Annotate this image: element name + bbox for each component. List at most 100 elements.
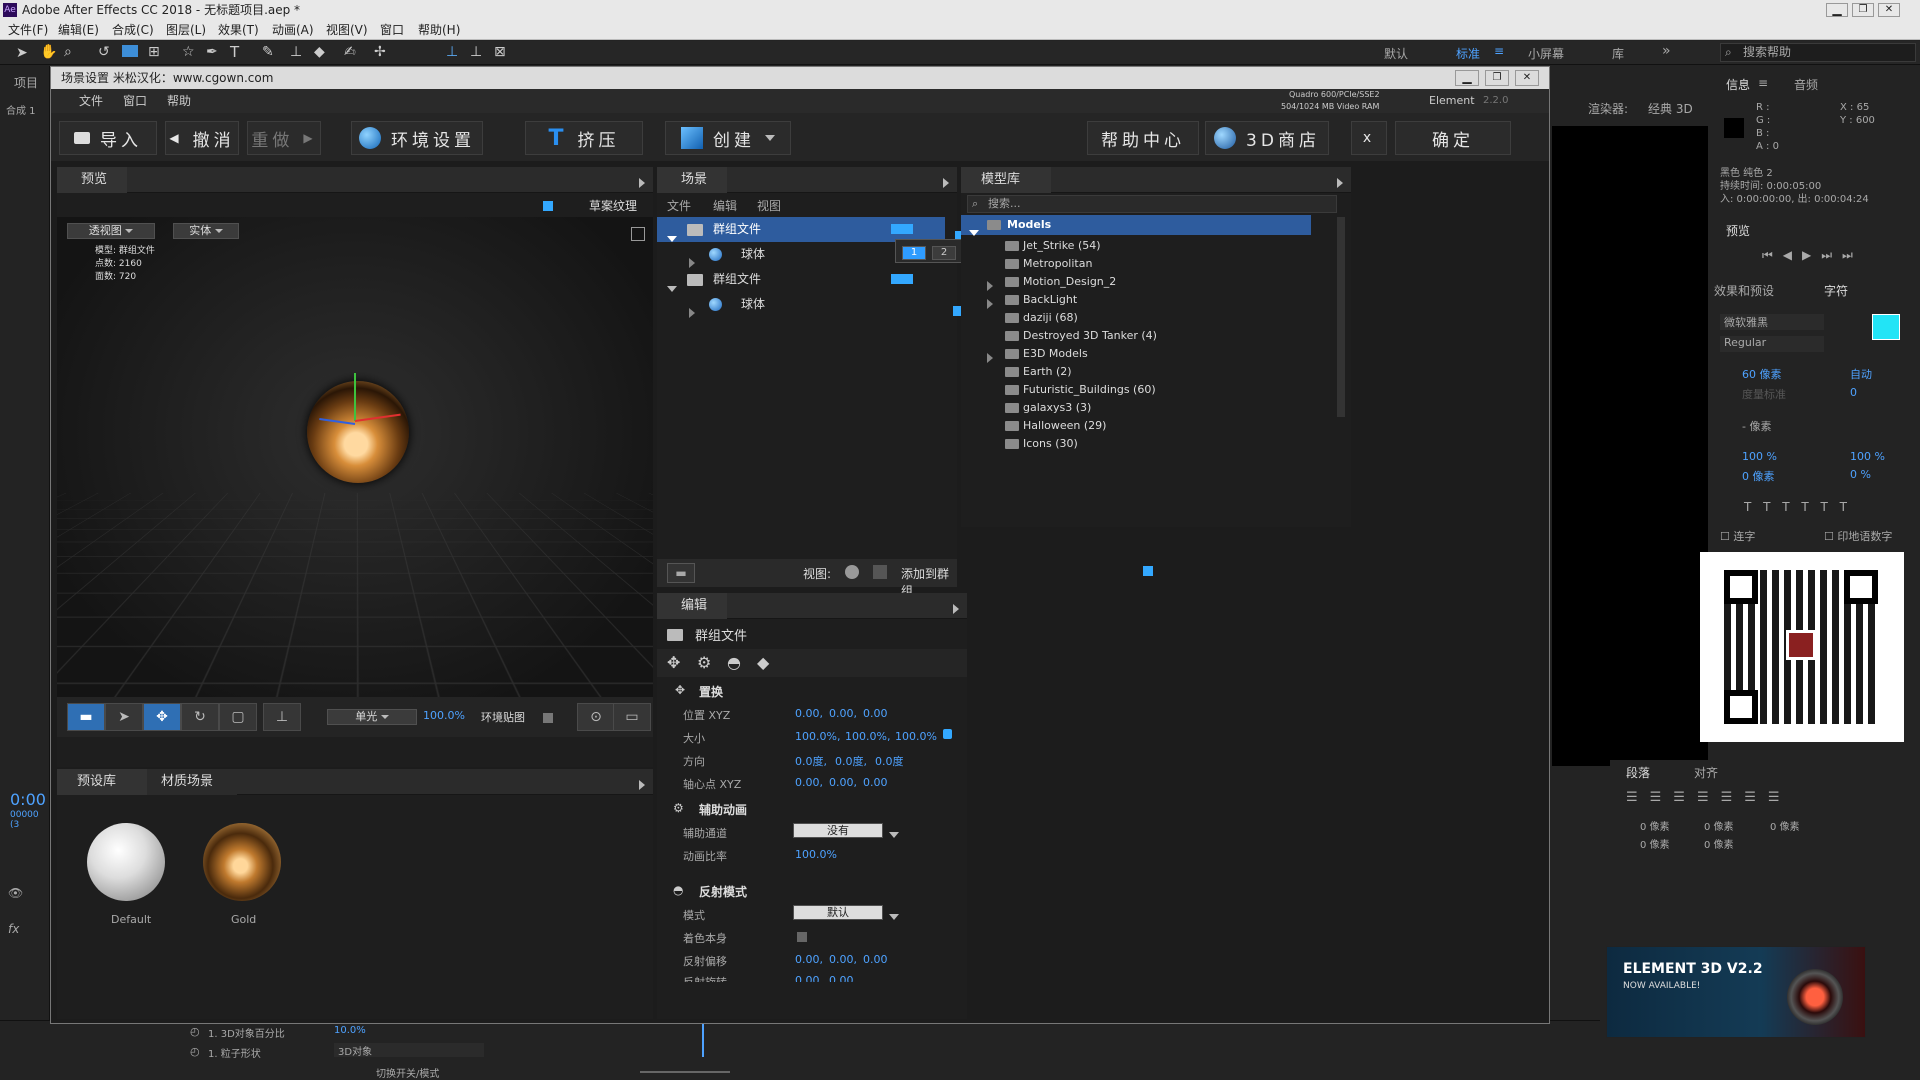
undo-button[interactable]: ◀ 撤消 [165, 121, 239, 155]
camera-tool-button[interactable]: ▬ [67, 703, 105, 731]
timeline-val-2[interactable]: 3D对象 [334, 1043, 484, 1058]
lock-icon[interactable] [943, 729, 952, 739]
brush-tool-icon[interactable]: ✎ [262, 44, 274, 60]
scene-menu-file[interactable]: 文件 [667, 197, 691, 214]
target-view-button[interactable]: ⊙ [577, 703, 615, 731]
rotate-tool-button[interactable]: ↻ [181, 703, 219, 731]
ae-menu-animation[interactable]: 动画(A) [272, 20, 314, 40]
font-size-value[interactable]: 60 像素 [1742, 366, 1782, 382]
kerning-value[interactable]: 度量标准 [1742, 386, 1786, 402]
ae-menu-comp[interactable]: 合成(C) [112, 20, 154, 40]
gizmo-y-axis[interactable] [354, 373, 356, 421]
info-tab[interactable]: 信息 [1726, 76, 1750, 93]
stroke-width-value[interactable]: - 像素 [1742, 418, 1771, 434]
panel-expand-icon[interactable] [639, 175, 645, 189]
reflect-rotation-x[interactable]: 0.00, [795, 974, 823, 982]
library-folder-row[interactable]: Motion_Design_2 [961, 273, 1311, 291]
ae-menu-help[interactable]: 帮助(H) [418, 20, 460, 40]
scene-tab[interactable]: 场景 [657, 167, 727, 193]
tint-checkbox[interactable] [797, 932, 807, 942]
view-grid-button[interactable] [873, 565, 887, 579]
info-menu-icon[interactable]: ≡ [1758, 76, 1768, 90]
ae-menu-edit[interactable]: 编辑(E) [58, 20, 99, 40]
fill-color-swatch[interactable] [1872, 314, 1900, 340]
draft-texture-checkbox[interactable] [543, 201, 553, 211]
scene-group-row-2[interactable]: 群组文件 [657, 267, 945, 292]
axis-world-icon[interactable]: ⊥ [470, 44, 482, 60]
indent-left[interactable]: 0 像素 [1640, 818, 1670, 833]
axis-view-icon[interactable]: ⊠ [494, 44, 506, 60]
library-folder-row[interactable]: Metropolitan [961, 255, 1311, 273]
ae-menu-view[interactable]: 视图(V) [326, 20, 368, 40]
group-2-button[interactable]: 2 [932, 246, 956, 260]
workspace-library[interactable]: 库 [1612, 45, 1624, 62]
zoom-tool-icon[interactable]: ⌕ [64, 44, 72, 60]
paragraph-tab[interactable]: 段落 [1626, 764, 1650, 781]
shading-mode-select[interactable]: 实体 [173, 223, 239, 239]
preset-library-tab[interactable]: 预设库 [57, 769, 147, 795]
ae-close-button[interactable]: ✕ [1878, 3, 1900, 17]
e3d-close-button[interactable]: ✕ [1515, 70, 1539, 86]
library-folder-row[interactable]: Futuristic_Buildings (60) [961, 381, 1311, 399]
gear-icon[interactable]: ⚙ [697, 653, 711, 672]
search-help-field[interactable]: ⌕ 搜索帮助 [1720, 43, 1916, 62]
workspace-standard[interactable]: 标准 [1456, 45, 1480, 62]
gold-sphere[interactable] [307, 381, 409, 483]
e3d-menu-help[interactable]: 帮助 [167, 89, 191, 113]
ok-button[interactable]: 确定 [1395, 121, 1511, 155]
aux-channel-select[interactable]: 没有 [793, 823, 883, 838]
project-tab[interactable]: 项目 [14, 74, 38, 91]
orientation-y[interactable]: 0.0度, [835, 753, 867, 769]
e3d-minimize-button[interactable]: ▁ [1455, 70, 1479, 86]
edit-tab[interactable]: 编辑 [657, 593, 727, 619]
tsume-value[interactable]: 0 % [1850, 468, 1871, 481]
tracking-value[interactable]: 0 [1850, 386, 1857, 399]
viewport[interactable]: 透视图 实体 模型: 群组文件 点数: 2160 面数: 720 [57, 217, 653, 697]
create-button[interactable]: 创建 [665, 121, 791, 155]
time-readout[interactable]: 0:00 [10, 790, 46, 809]
scene-menu-edit[interactable]: 编辑 [713, 197, 737, 214]
reflect-offset-x[interactable]: 0.00, [795, 953, 823, 966]
stopwatch-icon[interactable]: ◴ [190, 1045, 200, 1058]
zoom-percent[interactable]: 100.0% [423, 709, 465, 722]
space-before[interactable]: 0 像素 [1640, 836, 1670, 851]
space-after[interactable]: 0 像素 [1704, 836, 1734, 851]
stopwatch-icon[interactable]: ◴ [190, 1025, 200, 1038]
panel-expand-icon[interactable] [943, 175, 949, 189]
maximize-view-icon[interactable] [631, 227, 645, 241]
library-folder-row[interactable]: Earth (2) [961, 363, 1311, 381]
audio-tab[interactable]: 音频 [1794, 76, 1818, 93]
chevron-down-icon[interactable] [889, 827, 899, 841]
font-style-select[interactable]: Regular [1720, 336, 1824, 352]
library-folder-row[interactable]: BackLight [961, 291, 1311, 309]
workspace-default[interactable]: 默认 [1384, 45, 1408, 62]
collapse-triangle-icon[interactable] [689, 300, 695, 325]
preview-controls[interactable]: ⏮◀▶⏭⏭ [1762, 248, 1863, 263]
timeline-val-1[interactable]: 10.0% [334, 1025, 366, 1036]
library-root-row[interactable]: Models [961, 215, 1311, 236]
puppet-tool-icon[interactable]: ✢ [374, 44, 386, 60]
ae-menu-effect[interactable]: 效果(T) [218, 20, 259, 40]
env-settings-button[interactable]: 环境设置 [351, 121, 483, 155]
reflect-offset-y[interactable]: 0.00, [829, 953, 857, 966]
orientation-z[interactable]: 0.0度 [875, 753, 904, 769]
renderer-value[interactable]: 经典 3D [1648, 100, 1693, 117]
reflect-offset-z[interactable]: 0.00 [863, 953, 888, 966]
scale-z[interactable]: 100.0% [895, 730, 937, 743]
roto-tool-icon[interactable]: ✍ [344, 44, 356, 60]
scale-x[interactable]: 100.0%, [795, 730, 840, 743]
indent-first[interactable]: 0 像素 [1770, 818, 1800, 833]
3d-store-button[interactable]: 3D商店 [1205, 121, 1329, 155]
ae-menu-file[interactable]: 文件(F) [8, 20, 48, 40]
panel-expand-icon[interactable] [639, 777, 645, 791]
light-mode-select[interactable]: 单光 [327, 709, 417, 725]
effects-presets-tab[interactable]: 效果和预设 [1714, 282, 1774, 299]
text-tool-icon[interactable]: T [230, 43, 239, 61]
baseline-value[interactable]: 0 像素 [1742, 468, 1775, 484]
ae-minimize-button[interactable]: ▁ [1826, 3, 1848, 17]
font-name-select[interactable]: 微软雅黑 [1720, 314, 1824, 330]
model-library-tab[interactable]: 模型库 [961, 167, 1051, 193]
position-z[interactable]: 0.00 [863, 707, 888, 720]
eraser-tool-icon[interactable]: ◆ [314, 44, 325, 60]
group-toggle[interactable] [891, 224, 913, 234]
